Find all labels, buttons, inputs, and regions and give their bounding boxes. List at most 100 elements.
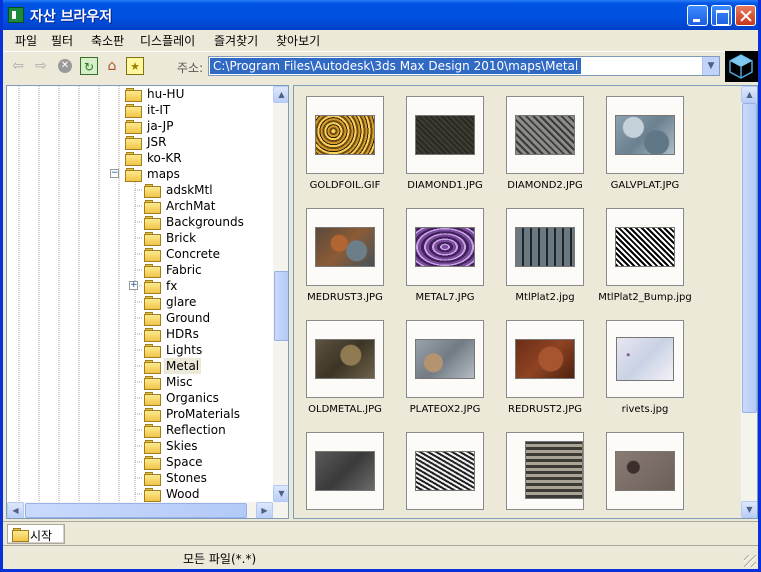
tree-horizontal-scrollbar[interactable]: ◀ ▶	[7, 502, 288, 518]
toolbar: ⇦ ⇨ ✕ ↻ ⌂ ★ 주소: C:\Program Files\Autodes…	[3, 51, 758, 81]
tree-item-label: Brick	[166, 231, 197, 245]
folder-icon	[144, 344, 161, 358]
scroll-down-icon[interactable]: ▼	[273, 485, 288, 502]
folder-icon	[144, 216, 161, 230]
thumbnail-item[interactable]: PLATEOX2.JPG	[395, 310, 495, 422]
forward-arrow-icon[interactable]: ⇨	[32, 57, 50, 75]
favorites-icon[interactable]: ★	[126, 57, 144, 75]
grid-scroll-thumb[interactable]	[742, 103, 757, 413]
menu-filter[interactable]: 필터	[47, 32, 77, 49]
menu-favorites[interactable]: 즐겨찾기	[210, 32, 262, 49]
thumbnail-item[interactable]: OLDMETAL.JPG	[295, 310, 395, 422]
thumbnail-frame[interactable]	[406, 432, 484, 510]
tree-item-label: Wood	[166, 487, 200, 501]
address-field[interactable]: C:\Program Files\Autodesk\3ds Max Design…	[208, 56, 720, 76]
thumbnail-frame[interactable]	[506, 432, 584, 510]
asset-browser-window: 자산 브라우저 파일 필터 축소판 디스플레이 즐겨찾기 찾아보기 ⇦ ⇨ ✕ …	[0, 0, 761, 572]
maximize-button[interactable]	[711, 5, 732, 26]
thumbnail-item[interactable]: METAL7.JPG	[395, 198, 495, 310]
address-dropdown-icon[interactable]: ▼	[702, 57, 719, 75]
scroll-down-icon[interactable]: ▼	[741, 501, 757, 518]
tree-scroll-thumb[interactable]	[274, 271, 288, 341]
folder-icon	[125, 136, 142, 150]
back-arrow-icon[interactable]: ⇦	[9, 57, 27, 75]
thumbnail-frame[interactable]	[506, 320, 584, 398]
folder-icon	[144, 184, 161, 198]
thumbnail-frame[interactable]	[306, 432, 384, 510]
resize-grip-icon[interactable]	[744, 555, 756, 567]
texture-image	[616, 337, 674, 381]
stop-icon[interactable]: ✕	[58, 59, 72, 73]
texture-image	[615, 115, 675, 155]
thumbnail-item[interactable]: MtlPlat2.jpg	[495, 198, 595, 310]
address-value[interactable]: C:\Program Files\Autodesk\3ds Max Design…	[210, 58, 582, 74]
menu-file[interactable]: 파일	[11, 32, 41, 49]
thumbnail-item[interactable]	[295, 422, 395, 518]
thumbnail-frame[interactable]	[606, 320, 684, 398]
menu-browse[interactable]: 찾아보기	[272, 32, 324, 49]
title-bar[interactable]: 자산 브라우저	[3, 0, 758, 30]
texture-image	[415, 451, 475, 491]
folder-icon	[125, 88, 142, 102]
tree-hscroll-thumb[interactable]	[25, 503, 247, 518]
tree-item-label: ProMaterials	[166, 407, 241, 421]
thumbnail-frame[interactable]	[306, 96, 384, 174]
folder-icon	[125, 152, 142, 166]
thumbnail-frame[interactable]	[406, 320, 484, 398]
thumbnail-item[interactable]: REDRUST2.JPG	[495, 310, 595, 422]
menu-thumbnail[interactable]: 축소판	[87, 32, 128, 49]
thumbnail-frame[interactable]	[406, 96, 484, 174]
tree-item-label: hu-HU	[147, 87, 185, 101]
thumbnail-item[interactable]: MtlPlat2_Bump.jpg	[595, 198, 695, 310]
tree-vertical-scrollbar[interactable]: ▲ ▼	[273, 86, 288, 502]
thumbnail-frame[interactable]	[506, 96, 584, 174]
folder-icon	[144, 456, 161, 470]
folder-icon	[144, 488, 161, 502]
thumbnail-item[interactable]: rivets.jpg	[595, 310, 695, 422]
texture-image	[415, 115, 475, 155]
thumbnail-frame[interactable]	[506, 208, 584, 286]
folder-icon	[125, 120, 142, 134]
thumbnail-item[interactable]: MEDRUST3.JPG	[295, 198, 395, 310]
tree-item-label: Organics	[166, 391, 219, 405]
thumbnail-item[interactable]	[595, 422, 695, 518]
thumbnail-filename: MtlPlat2_Bump.jpg	[598, 292, 692, 303]
tree-item-label: Concrete	[166, 247, 221, 261]
thumbnail-frame[interactable]	[606, 96, 684, 174]
home-icon[interactable]: ⌂	[103, 57, 121, 75]
expand-icon[interactable]: +	[129, 281, 138, 290]
thumbnail-item[interactable]: GOLDFOIL.GIF	[295, 86, 395, 198]
start-tab[interactable]: 시작	[7, 524, 65, 544]
folder-icon	[144, 472, 161, 486]
thumbnail-frame[interactable]	[306, 320, 384, 398]
collapse-icon[interactable]: −	[110, 169, 119, 178]
thumbnail-item[interactable]: GALVPLAT.JPG	[595, 86, 695, 198]
folder-icon	[125, 104, 142, 118]
thumbnail-item[interactable]: DIAMOND1.JPG	[395, 86, 495, 198]
tree-item-label: glare	[166, 295, 197, 309]
tree-item-label: Fabric	[166, 263, 202, 277]
scroll-left-icon[interactable]: ◀	[7, 502, 24, 518]
thumbnail-item[interactable]	[495, 422, 595, 518]
scroll-right-icon[interactable]: ▶	[256, 502, 273, 518]
tree-item-label: adskMtl	[166, 183, 213, 197]
thumbnail-frame[interactable]	[306, 208, 384, 286]
tree-item-label: Reflection	[166, 423, 226, 437]
thumbnail-item[interactable]: DIAMOND2.JPG	[495, 86, 595, 198]
close-button[interactable]	[735, 5, 756, 26]
folder-icon	[144, 408, 161, 422]
menu-bar: 파일 필터 축소판 디스플레이 즐겨찾기 찾아보기	[3, 30, 758, 51]
scroll-up-icon[interactable]: ▲	[273, 86, 288, 103]
folder-tree: hu-HU it-IT ja-JP JSR ko-KR − maps adskMtl ArchM…	[6, 85, 289, 519]
minimize-button[interactable]	[687, 5, 708, 26]
menu-display[interactable]: 디스플레이	[136, 32, 199, 49]
thumbnail-filename: rivets.jpg	[621, 404, 669, 415]
thumbnail-frame[interactable]	[406, 208, 484, 286]
thumbnail-item[interactable]	[395, 422, 495, 518]
3ds-max-logo	[725, 51, 758, 82]
scroll-up-icon[interactable]: ▲	[741, 86, 757, 103]
thumbnail-frame[interactable]	[606, 432, 684, 510]
thumbnail-frame[interactable]	[606, 208, 684, 286]
refresh-icon[interactable]: ↻	[80, 57, 98, 75]
grid-vertical-scrollbar[interactable]: ▲ ▼	[741, 86, 757, 518]
